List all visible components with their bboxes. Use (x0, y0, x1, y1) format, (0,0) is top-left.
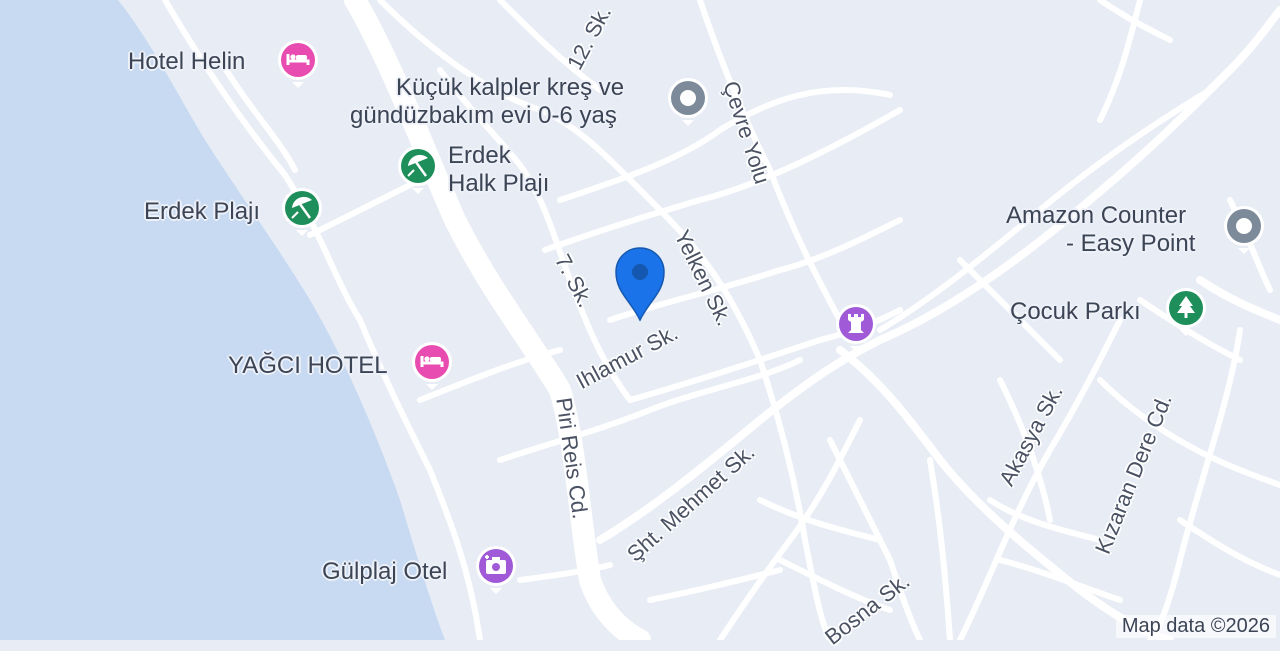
generic-place-icon[interactable] (666, 76, 710, 128)
place-label-halk-plaji-line1[interactable]: Erdek (448, 142, 511, 170)
place-label-kres-line1[interactable]: Küçük kalpler kreş ve (396, 74, 624, 102)
place-label-yagci-hotel[interactable]: YAĞCI HOTEL (228, 352, 388, 380)
beach-icon[interactable] (396, 144, 440, 196)
place-label-cocuk-parki[interactable]: Çocuk Parkı (1010, 298, 1141, 326)
place-label-halk-plaji-line2[interactable]: Halk Plajı (448, 170, 549, 198)
museum-icon[interactable] (834, 302, 878, 354)
place-label-amazon-line2[interactable]: - Easy Point (1066, 230, 1195, 258)
hotel-icon[interactable] (276, 38, 320, 90)
camera-icon[interactable] (474, 544, 518, 596)
place-label-gulplaj-otel[interactable]: Gülplaj Otel (322, 558, 447, 586)
place-label-amazon-line1[interactable]: Amazon Counter (1006, 202, 1186, 230)
beach-icon[interactable] (280, 186, 324, 238)
generic-place-icon[interactable] (1222, 204, 1266, 256)
map-attribution: Map data ©2026 (1115, 615, 1276, 638)
place-label-erdek-plaji[interactable]: Erdek Plajı (144, 198, 260, 226)
park-tree-icon[interactable] (1164, 286, 1208, 338)
place-label-kres-line2[interactable]: gündüzbakım evi 0-6 yaş (350, 102, 617, 130)
hotel-icon[interactable] (410, 340, 454, 392)
place-label-hotel-helin[interactable]: Hotel Helin (128, 48, 245, 76)
